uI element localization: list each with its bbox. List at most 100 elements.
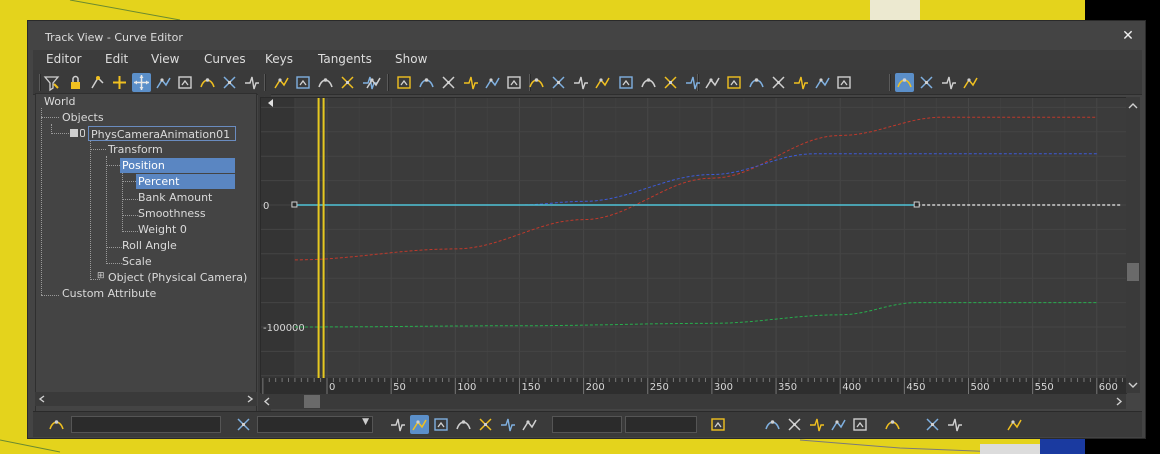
menu-view[interactable]: View: [151, 52, 179, 66]
zoom-values-icon[interactable]: [883, 415, 902, 434]
track-name-field[interactable]: [71, 416, 221, 433]
curve-type-c-icon[interactable]: [725, 73, 744, 92]
key-stats-icon[interactable]: [388, 415, 407, 434]
curve-type-h-icon[interactable]: [835, 73, 854, 92]
frame-label: 0: [329, 382, 335, 393]
frame-field[interactable]: [552, 416, 622, 433]
show-keyable-icon[interactable]: [895, 73, 914, 92]
pointer-icon[interactable]: [364, 73, 383, 92]
show-selected-key-stats-icon[interactable]: [410, 415, 429, 434]
zoom-region-b-icon[interactable]: [1005, 415, 1024, 434]
curve-type-f-icon[interactable]: [791, 73, 810, 92]
zoom-region-icon[interactable]: [923, 415, 942, 434]
menu-keys[interactable]: Keys: [265, 52, 293, 66]
graph-vertical-scrollbar[interactable]: [1126, 97, 1140, 393]
add-keys-icon[interactable]: [110, 73, 129, 92]
zoom-icon[interactable]: [945, 415, 964, 434]
filter-list-icon[interactable]: [234, 415, 253, 434]
region-tool-icon[interactable]: [220, 73, 239, 92]
tree-item-percent[interactable]: Percent: [136, 174, 235, 189]
tangent-spline-icon[interactable]: [527, 73, 546, 92]
pan-icon[interactable]: [829, 415, 848, 434]
expand-icon[interactable]: ⊞: [97, 272, 105, 281]
curve-type-d-icon[interactable]: [747, 73, 766, 92]
tree-item-weight-0[interactable]: Weight 0: [136, 222, 189, 237]
filter-dropdown[interactable]: ▼: [257, 416, 373, 433]
key-tool-c-icon[interactable]: [316, 73, 335, 92]
scale-values-icon[interactable]: [198, 73, 217, 92]
menu-show[interactable]: Show: [395, 52, 427, 66]
tangent-linear-icon[interactable]: [617, 73, 636, 92]
frame-values-icon[interactable]: [851, 415, 870, 434]
track-sets-b-icon[interactable]: [454, 415, 473, 434]
graph-horizontal-scrollbar[interactable]: [260, 394, 1126, 409]
curve-graph[interactable]: 0 -100000 0 50 100 150 200 250 300 350 400 450 500 55…: [260, 97, 1127, 394]
edit-key-icon[interactable]: [520, 415, 539, 434]
select-keys-icon[interactable]: [395, 73, 414, 92]
tree-line: [41, 108, 42, 295]
tree-item-roll-angle[interactable]: Roll Angle: [120, 238, 179, 253]
frame-extents-icon[interactable]: [807, 415, 826, 434]
lock-icon[interactable]: [66, 73, 85, 92]
controller-tree: World Objects PhysCameraAnimation01 Tran…: [35, 93, 257, 412]
show-all-tangents-icon[interactable]: [917, 73, 936, 92]
key-tool-b-icon[interactable]: [294, 73, 313, 92]
tree-item-objects[interactable]: Objects: [60, 110, 106, 125]
key-tool-d-icon[interactable]: [338, 73, 357, 92]
tangent-smooth-icon[interactable]: [639, 73, 658, 92]
tree-item-world[interactable]: World: [42, 94, 78, 109]
frame-label: 150: [521, 382, 540, 393]
scale-keys-icon[interactable]: [176, 73, 195, 92]
snap-frames-icon[interactable]: [88, 73, 107, 92]
pin-icon[interactable]: [476, 415, 495, 434]
params-curve-out-of-range-icon[interactable]: [661, 73, 680, 92]
title-bar[interactable]: Track View - Curve Editor ✕: [28, 21, 1145, 50]
camera-object-icon: [70, 129, 78, 137]
frame-value-icon[interactable]: [785, 415, 804, 434]
close-button[interactable]: ✕: [1119, 27, 1137, 45]
filter-icon[interactable]: [42, 73, 61, 92]
draw-curves-icon[interactable]: [417, 73, 436, 92]
key-point: [913, 201, 920, 208]
menu-tangents[interactable]: Tangents: [318, 52, 372, 66]
tree-item-smoothness[interactable]: Smoothness: [136, 206, 208, 221]
tangent-auto-icon[interactable]: [505, 73, 524, 92]
tree-item-scale[interactable]: Scale: [120, 254, 154, 269]
menu-edit[interactable]: Edit: [105, 52, 128, 66]
unify-tangents-icon[interactable]: [483, 73, 502, 92]
lock-current-icon[interactable]: [498, 415, 517, 434]
key-tool-a-icon[interactable]: [272, 73, 291, 92]
show-tangents-icon[interactable]: [939, 73, 958, 92]
window-title: Track View - Curve Editor: [45, 31, 183, 44]
move-keys-icon[interactable]: [132, 73, 151, 92]
tree-item-transform[interactable]: Transform: [106, 142, 165, 157]
frame-all-icon[interactable]: [709, 415, 728, 434]
curve-type-a-icon[interactable]: [683, 73, 702, 92]
menu-curves[interactable]: Curves: [204, 52, 246, 66]
frame-label: 100: [457, 382, 476, 393]
break-tangents-icon[interactable]: [461, 73, 480, 92]
menu-editor[interactable]: Editor: [46, 52, 82, 66]
curve-type-e-icon[interactable]: [769, 73, 788, 92]
tangent-step-icon[interactable]: [593, 73, 612, 92]
slide-keys-icon[interactable]: [154, 73, 173, 92]
tree-item-bank-amount[interactable]: Bank Amount: [136, 190, 214, 205]
curve-type-g-icon[interactable]: [813, 73, 832, 92]
tree-item-physcamera[interactable]: PhysCameraAnimation01: [88, 126, 236, 141]
tangent-slow-icon[interactable]: [571, 73, 590, 92]
tree-item-position[interactable]: Position: [120, 158, 235, 173]
retime-tool-icon[interactable]: [242, 73, 261, 92]
tangent-fast-icon[interactable]: [549, 73, 568, 92]
curve-type-b-icon[interactable]: [703, 73, 722, 92]
lock-selection-icon[interactable]: [961, 73, 980, 92]
frame-horizontal-icon[interactable]: [763, 415, 782, 434]
value-field[interactable]: [625, 416, 697, 433]
tree-horizontal-scrollbar[interactable]: [35, 392, 257, 406]
zoom-selected-icon[interactable]: [47, 415, 66, 434]
tree-item-object-physical-camera[interactable]: Object (Physical Camera): [106, 270, 249, 285]
frame-label: 50: [393, 382, 406, 393]
reduce-keys-icon[interactable]: [439, 73, 458, 92]
track-sets-icon[interactable]: [432, 415, 451, 434]
chevron-down-icon: ▼: [362, 417, 369, 427]
tree-item-custom-attribute[interactable]: Custom Attribute: [60, 286, 158, 301]
